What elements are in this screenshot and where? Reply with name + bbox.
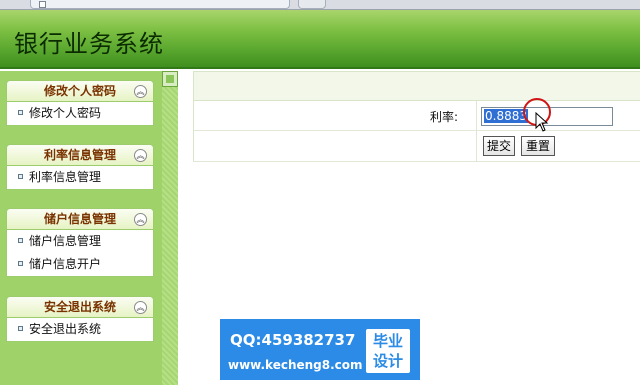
panel-header[interactable]: 安全退出系统 ︽ [6, 296, 154, 318]
menu-item-logout[interactable]: 安全退出系统 [7, 318, 153, 341]
browser-tab-bar [0, 0, 640, 10]
app-title: 银行业务系统 [14, 30, 164, 58]
panel-title: 储户信息管理 [43, 212, 116, 226]
new-tab-button[interactable] [298, 0, 326, 9]
menu-item-rate-management[interactable]: 利率信息管理 [7, 166, 153, 189]
panel-logout: 安全退出系统 ︽ 安全退出系统 [6, 296, 154, 342]
menu-item-change-password[interactable]: 修改个人密码 [7, 102, 153, 125]
menu-item-label: 修改个人密码 [29, 106, 102, 120]
menu-item-label: 利率信息管理 [29, 170, 102, 184]
watermark-url: www.kecheng8.com [228, 358, 363, 372]
collapse-icon[interactable]: ︽ [134, 85, 147, 98]
panel-change-password: 修改个人密码 ︽ 修改个人密码 [6, 80, 154, 126]
panel-depositor-management: 储户信息管理 ︽ 储户信息管理 储户信息开户 [6, 208, 154, 277]
panel-title: 修改个人密码 [43, 84, 116, 98]
submit-button[interactable]: 提交 [483, 136, 515, 156]
mouse-pointer-icon [535, 112, 549, 132]
panel-header[interactable]: 利率信息管理 ︽ [6, 144, 154, 166]
app-header: 银行业务系统 [0, 10, 640, 69]
panel-title: 安全退出系统 [43, 300, 116, 314]
watermark: QQ:459382737 www.kecheng8.com 毕业 设计 [220, 319, 420, 380]
form-row-actions: 提交 重置 [193, 131, 640, 162]
panel-body: 安全退出系统 [6, 318, 154, 342]
form-row-rate: 利率: 0.8883 [193, 101, 640, 131]
panel-body: 储户信息管理 储户信息开户 [6, 230, 154, 277]
watermark-qq: QQ:459382737 [230, 331, 356, 349]
bullet-icon [18, 261, 23, 266]
reset-button[interactable]: 重置 [521, 136, 555, 156]
bullet-icon [18, 110, 23, 115]
menu-item-depositor-management[interactable]: 储户信息管理 [7, 230, 153, 253]
panel-title: 利率信息管理 [43, 148, 116, 162]
panel-body: 利率信息管理 [6, 166, 154, 190]
bullet-icon [18, 238, 23, 243]
page-icon [39, 1, 46, 8]
menu-item-label: 安全退出系统 [29, 322, 102, 336]
menu-item-depositor-open-account[interactable]: 储户信息开户 [7, 253, 153, 276]
panel-header[interactable]: 储户信息管理 ︽ [6, 208, 154, 230]
watermark-badge-line2: 设计 [372, 352, 403, 370]
sidebar-collapse-button[interactable] [162, 71, 178, 87]
menu-item-label: 储户信息开户 [29, 257, 102, 271]
watermark-badge: 毕业 设计 [366, 329, 410, 373]
panel-body: 修改个人密码 [6, 102, 154, 126]
column-divider [476, 101, 477, 162]
panel-rate-management: 利率信息管理 ︽ 利率信息管理 [6, 144, 154, 190]
panel-header[interactable]: 修改个人密码 ︽ [6, 80, 154, 102]
form-header-bar [193, 71, 640, 101]
bullet-icon [18, 326, 23, 331]
collapse-icon[interactable]: ︽ [134, 301, 147, 314]
menu-item-label: 储户信息管理 [29, 234, 102, 248]
collapse-icon[interactable]: ︽ [134, 149, 147, 162]
collapse-icon[interactable]: ︽ [134, 213, 147, 226]
rate-input-value: 0.8883 [484, 109, 528, 123]
browser-tab[interactable] [30, 0, 290, 9]
bullet-icon [18, 174, 23, 179]
sidebar: 修改个人密码 ︽ 修改个人密码 利率信息管理 ︽ 利率信息管理 储户信息管理 ︽… [0, 71, 178, 385]
watermark-badge-line1: 毕业 [372, 332, 403, 350]
rate-label: 利率: [430, 110, 459, 124]
